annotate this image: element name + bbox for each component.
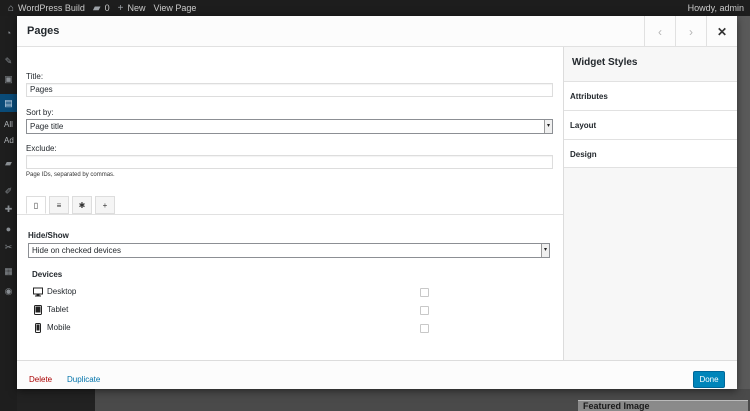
desktop-checkbox[interactable] (420, 288, 429, 297)
chevron-left-icon: ‹ (658, 24, 662, 39)
chevron-down-icon: ▾ (541, 244, 549, 257)
sort-value: Page title (30, 122, 64, 131)
comments-link[interactable]: ▰ 0 (93, 3, 110, 14)
done-button[interactable]: Done (693, 371, 725, 388)
chevron-right-icon: › (689, 24, 693, 39)
tablet-icon (33, 304, 43, 315)
comment-icon: ▰ (92, 2, 101, 14)
view-page-link[interactable]: View Page (153, 3, 196, 13)
comments-icon[interactable]: ▰ (0, 158, 17, 169)
users-icon[interactable]: ● (0, 224, 17, 234)
duplicate-link[interactable]: Duplicate (67, 375, 100, 384)
hide-show-select[interactable]: Hide on checked devices ▾ (28, 243, 550, 258)
submenu-all[interactable]: All (0, 120, 17, 129)
styles-section-layout[interactable]: Layout (564, 110, 737, 139)
comments-count: 0 (104, 3, 110, 13)
appearance-icon[interactable]: ✐ (0, 186, 17, 197)
delete-link[interactable]: Delete (29, 375, 52, 384)
gear-icon: ✱ (78, 200, 86, 210)
close-button[interactable]: ✕ (706, 16, 737, 47)
tab-visibility[interactable]: ▯ (26, 196, 46, 214)
sort-label: Sort by: (26, 108, 54, 117)
plus-icon: + (117, 2, 124, 14)
modal-footer: Delete Duplicate Done (17, 360, 737, 389)
exclude-hint: Page IDs, separated by commas. (26, 172, 115, 178)
submenu-add[interactable]: Ad (0, 136, 17, 145)
modal-title: Pages (27, 25, 60, 37)
device-label: Desktop (47, 287, 77, 296)
plugins-icon[interactable]: ✚ (0, 204, 17, 215)
featured-image-box: Featured Image (578, 400, 748, 411)
widget-form: Title: Pages Sort by: Page title ▾ Exclu… (17, 47, 563, 360)
howdy-text: Howdy, admin (687, 3, 744, 13)
home-icon: ⌂ (8, 2, 15, 14)
hide-show-label: Hide/Show (28, 231, 69, 240)
tab-settings[interactable]: ✱ (72, 196, 92, 214)
widget-styles-panel: Widget Styles Attributes Layout Design (563, 47, 737, 360)
styles-section-attributes[interactable]: Attributes (564, 81, 737, 110)
new-label: New (127, 3, 146, 13)
previous-button[interactable]: ‹ (644, 16, 675, 47)
chevron-down-icon: ▾ (544, 120, 552, 133)
howdy-link[interactable]: Howdy, admin (688, 0, 744, 16)
wp-admin-menu: ◔ ✎ ▣ ▤ All Ad ▰ ✐ ✚ ● ✂ ▦ ◉ (0, 16, 17, 411)
media-icon[interactable]: ▣ (0, 74, 17, 85)
next-button[interactable]: › (675, 16, 706, 47)
align-icon: ≡ (56, 200, 62, 210)
background-dark-area (17, 389, 95, 411)
pin-icon[interactable]: ✎ (0, 56, 17, 67)
tools-icon[interactable]: ✂ (0, 242, 17, 253)
collapse-icon[interactable]: ◉ (0, 286, 17, 297)
device-label: Tablet (47, 305, 69, 314)
sort-select[interactable]: Page title ▾ (26, 119, 553, 134)
tab-alignment[interactable]: ≡ (49, 196, 69, 214)
new-link[interactable]: + New (118, 3, 146, 14)
settings-icon[interactable]: ▦ (0, 266, 17, 277)
mobile-checkbox[interactable] (420, 324, 429, 333)
devices-title: Devices (32, 270, 63, 279)
plus-icon: + (102, 200, 108, 210)
dashboard-icon[interactable]: ◔ (0, 28, 17, 38)
widget-styles-title: Widget Styles (572, 57, 638, 68)
tablet-checkbox[interactable] (420, 306, 429, 315)
admin-bar: ⌂ WordPress Build ▰ 0 + New View Page Ho… (0, 0, 750, 16)
desktop-icon (33, 287, 43, 297)
device-row-desktop: Desktop (33, 285, 76, 298)
styles-section-design[interactable]: Design (564, 139, 737, 168)
device-row-mobile: Mobile (33, 321, 71, 334)
device-row-tablet: Tablet (33, 303, 68, 316)
exclude-label: Exclude: (26, 144, 57, 153)
tab-add[interactable]: + (95, 196, 115, 214)
view-label: View Page (153, 3, 197, 13)
close-icon: ✕ (716, 24, 728, 39)
mobile-icon (33, 322, 43, 333)
site-name: WordPress Build (18, 3, 85, 13)
widget-modal: Pages ‹ › ✕ Title: Pages Sort by: Page t… (17, 16, 737, 389)
modal-header: Pages ‹ › ✕ (17, 16, 737, 47)
mobile-icon: ▯ (33, 200, 39, 210)
settings-tabs: ▯ ≡ ✱ + (26, 196, 118, 214)
hide-show-value: Hide on checked devices (32, 246, 121, 255)
title-input[interactable]: Pages (26, 83, 553, 97)
tab-divider (17, 214, 563, 215)
title-label: Title: (26, 72, 44, 81)
device-label: Mobile (47, 323, 71, 332)
site-link[interactable]: ⌂ WordPress Build (8, 3, 85, 14)
exclude-input[interactable] (26, 155, 553, 169)
pages-icon[interactable]: ▤ (0, 94, 17, 112)
